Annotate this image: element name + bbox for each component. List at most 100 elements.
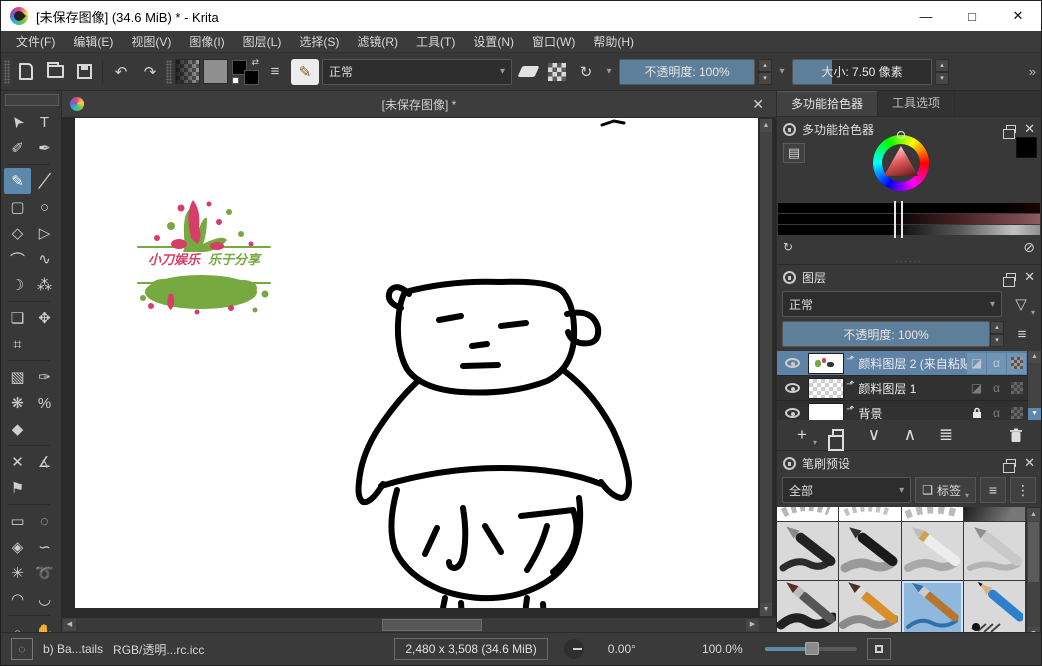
image-dimensions[interactable]: 2,480 x 3,508 (34.6 MiB): [394, 638, 547, 660]
rectangle-tool[interactable]: ▢: [4, 194, 31, 220]
close-icon[interactable]: ✕: [1024, 269, 1035, 285]
menu-layer[interactable]: 图层(L): [234, 31, 291, 53]
magnetic-select-tool[interactable]: ◠: [4, 586, 31, 612]
toolbar-grip[interactable]: [4, 60, 10, 84]
rect-select-tool[interactable]: ▭: [4, 508, 31, 534]
background-color-swatch[interactable]: [244, 70, 259, 85]
shade-bar-1[interactable]: [778, 203, 1040, 213]
brush-preset[interactable]: [964, 581, 1025, 632]
visibility-icon[interactable]: [785, 383, 800, 393]
opacity-slider[interactable]: 不透明度: 100%: [619, 59, 755, 85]
layer-opacity-spinner[interactable]: ▴ ▾: [990, 321, 1004, 347]
spin-down-icon[interactable]: ▾: [935, 72, 949, 85]
current-brush-name[interactable]: b) Ba...tails: [43, 642, 103, 656]
assistants-tool[interactable]: ✕: [4, 449, 31, 475]
layer-row[interactable]: ⬏ 颜料图层 2 (来自粘贴) ◪ α: [777, 351, 1027, 376]
layer-properties-icon[interactable]: [1007, 403, 1026, 421]
brush-preset[interactable]: [839, 581, 900, 632]
brush-preset-selected[interactable]: [902, 581, 963, 632]
brush-preset[interactable]: [777, 507, 838, 521]
selection-display-button[interactable]: ◌: [11, 638, 33, 660]
gamut-mask-off-icon[interactable]: ⊘: [1023, 239, 1035, 256]
spin-down-icon[interactable]: ▾: [990, 334, 1004, 347]
brush-preset[interactable]: [777, 522, 838, 580]
menu-view[interactable]: 视图(V): [122, 31, 180, 53]
brush-preset-chooser[interactable]: ✎: [291, 59, 319, 85]
toolbar-overflow-button[interactable]: »: [1029, 64, 1038, 79]
undo-button[interactable]: ↶: [108, 59, 134, 85]
fg-bg-colors[interactable]: ⇄: [231, 59, 259, 85]
edit-shapes-tool[interactable]: ✐: [4, 135, 31, 161]
reload-dropdown[interactable]: ▾: [602, 66, 616, 77]
eraser-mode-button[interactable]: [515, 59, 541, 85]
pan-tool[interactable]: ✋: [31, 619, 58, 632]
layer-opacity-slider[interactable]: 不透明度: 100%: [782, 321, 990, 347]
layer-lock-icon[interactable]: [967, 403, 986, 421]
save-button[interactable]: [71, 59, 97, 85]
scroll-down-icon[interactable]: ▼: [1027, 627, 1040, 632]
float-docker-icon[interactable]: [1006, 273, 1016, 281]
brush-size-slider[interactable]: 大小: 7.50 像素: [792, 59, 932, 85]
layer-row[interactable]: ⬏ 背景 α: [777, 401, 1027, 420]
scroll-up-icon[interactable]: ▲: [1027, 508, 1040, 521]
canvas-vertical-scrollbar[interactable]: ▲ ▼: [759, 118, 773, 617]
brush-preset[interactable]: [777, 581, 838, 632]
bezier-select-tool[interactable]: ➰: [31, 560, 58, 586]
float-docker-icon[interactable]: [1006, 125, 1016, 133]
lazy-select-tool[interactable]: ◡: [31, 586, 58, 612]
polygon-tool[interactable]: ◇: [4, 220, 31, 246]
document-close-icon[interactable]: ✕: [752, 96, 764, 113]
ellipse-select-tool[interactable]: ◌: [31, 508, 58, 534]
delete-layer-button[interactable]: [999, 422, 1033, 448]
brush-preset[interactable]: [964, 507, 1025, 521]
reset-zoom-button[interactable]: [867, 638, 891, 660]
dynamic-brush-tool[interactable]: ☽: [4, 272, 31, 298]
menu-settings[interactable]: 设置(N): [464, 31, 523, 53]
fill-tool[interactable]: ◆: [4, 416, 31, 442]
add-layer-button[interactable]: + ▾: [785, 422, 819, 448]
menu-filter[interactable]: 滤镜(R): [348, 31, 407, 53]
menu-tools[interactable]: 工具(T): [407, 31, 464, 53]
spin-up-icon[interactable]: ▴: [935, 59, 949, 72]
default-colors-swatch[interactable]: [232, 77, 239, 84]
color-profile-label[interactable]: RGB/透明...rc.icc: [113, 641, 204, 658]
scroll-left-icon[interactable]: ◀: [63, 619, 76, 631]
layer-name[interactable]: 颜料图层 1: [856, 380, 967, 397]
preset-scroll-thumb[interactable]: [1028, 522, 1039, 582]
move-tool[interactable]: ✥: [31, 305, 58, 331]
swap-colors-icon[interactable]: ⇄: [251, 57, 259, 68]
menu-edit[interactable]: 编辑(E): [64, 31, 122, 53]
layers-menu-button[interactable]: ≡: [1008, 321, 1036, 347]
similar-select-tool[interactable]: ✳: [4, 560, 31, 586]
freehand-select-tool[interactable]: ∽: [31, 534, 58, 560]
visibility-icon[interactable]: [785, 408, 800, 418]
new-document-button[interactable]: [13, 59, 39, 85]
brush-tag-filter-combo[interactable]: 全部 ▾: [782, 477, 911, 503]
reload-preset-button[interactable]: ↻: [573, 59, 599, 85]
brush-preset[interactable]: [839, 507, 900, 521]
bezier-curve-tool[interactable]: ⌒: [4, 246, 31, 272]
scroll-down-icon[interactable]: ▼: [760, 603, 772, 616]
move-layer-up-button[interactable]: ∧: [893, 422, 927, 448]
open-document-button[interactable]: [42, 59, 68, 85]
freehand-brush-tool[interactable]: ✎: [4, 168, 31, 194]
layer-properties-button[interactable]: ≣: [929, 422, 963, 448]
docker-resize-handle[interactable]: ······: [777, 258, 1041, 264]
scroll-down-icon[interactable]: ▼: [1028, 408, 1041, 420]
scroll-up-icon[interactable]: ▲: [760, 119, 772, 132]
zoom-tool[interactable]: ⌕: [4, 619, 31, 632]
layer-filter-button[interactable]: ▽ ▾: [1006, 291, 1036, 317]
ellipse-tool[interactable]: ○: [31, 194, 58, 220]
line-tool[interactable]: ╱: [31, 168, 58, 194]
alpha-lock-icon[interactable]: α: [987, 353, 1006, 374]
brush-preset[interactable]: [902, 507, 963, 521]
size-spinner[interactable]: ▴ ▾: [935, 59, 949, 85]
alpha-lock-icon[interactable]: α: [987, 403, 1006, 421]
pattern-chooser[interactable]: [203, 59, 228, 84]
close-icon[interactable]: ✕: [1024, 121, 1035, 137]
visibility-icon[interactable]: [785, 358, 800, 368]
patch-tool[interactable]: ❋: [4, 390, 31, 416]
layer-thumbnail[interactable]: [808, 403, 844, 421]
preset-options-button[interactable]: ⋮: [1010, 477, 1036, 503]
toolbox-drag-handle[interactable]: [5, 94, 59, 106]
